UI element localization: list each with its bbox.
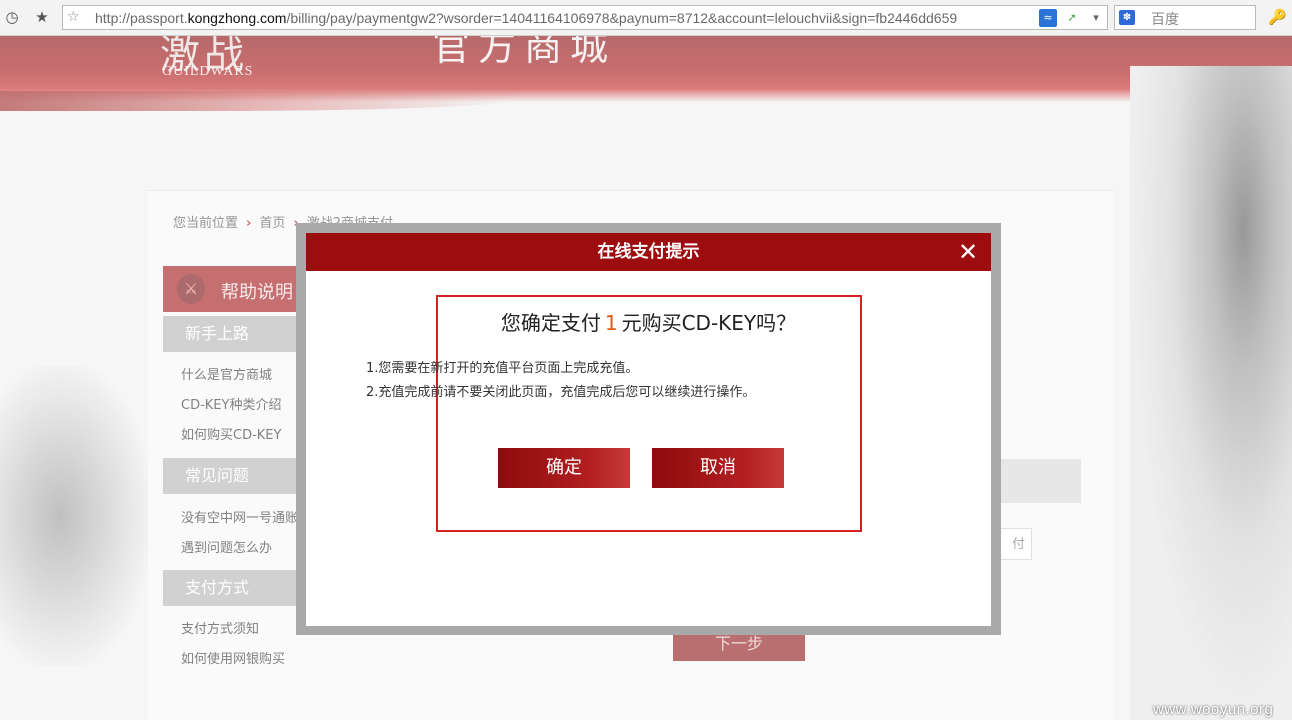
key-icon[interactable]: 🔑 (1268, 8, 1287, 26)
cancel-button[interactable]: 取消 (652, 448, 784, 488)
address-bar[interactable]: ☆ http://passport.kongzhong.com/billing/… (62, 5, 1108, 30)
browser-toolbar: ◷ ★ ☆ http://passport.kongzhong.com/bill… (0, 0, 1292, 36)
url-dropdown-icon[interactable]: ▾ (1087, 9, 1105, 27)
confirm-button[interactable]: 确定 (498, 448, 630, 488)
note-line: 1.您需要在新打开的充值平台页面上完成充值。 (366, 361, 639, 376)
bookmark-page-star-icon[interactable]: ☆ (67, 9, 80, 25)
modal-header: 在线支付提示 ✕ (306, 233, 991, 271)
payment-confirm-dialog: 在线支付提示 ✕ 您确定支付 1 元购买CD-KEY吗？ 1.您需要在新打开的充值平… (306, 233, 991, 626)
history-clock-icon[interactable]: ◷ (4, 9, 20, 25)
compat-mode-icon[interactable]: ≈ (1039, 9, 1057, 27)
payment-notes: 1.您需要在新打开的充值平台页面上完成充值。 2.充值完成前请不要关闭此页面，充… (366, 357, 755, 405)
note-line: 2.充值完成前请不要关闭此页面，充值完成后您可以继续进行操作。 (366, 385, 756, 400)
extension-pin-icon[interactable]: ➚ (1063, 9, 1081, 27)
baidu-paw-icon[interactable]: ✽ (1119, 10, 1135, 25)
bookmarks-star-icon[interactable]: ★ (34, 9, 50, 25)
watermark: www.wooyun.org (1153, 701, 1274, 718)
url-text[interactable]: http://passport.kongzhong.com/billing/pa… (95, 10, 1063, 26)
confirm-question: 您确定支付 1 元购买CD-KEY吗？ (500, 311, 797, 335)
search-bar[interactable]: ✽ 百度 (1114, 5, 1256, 30)
payment-amount: 1 (604, 311, 618, 335)
modal-title: 在线支付提示 (597, 242, 700, 262)
search-placeholder: 百度 (1151, 12, 1179, 28)
close-icon[interactable]: ✕ (953, 237, 983, 267)
